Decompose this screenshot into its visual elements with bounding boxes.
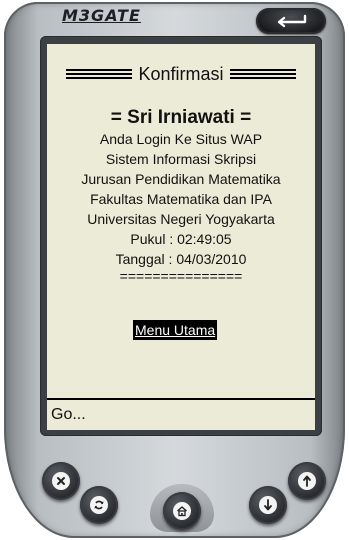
back-arrow-icon (277, 14, 307, 28)
screen: Konfirmasi = Sri Irniawati = Anda Login … (47, 44, 315, 430)
page-header: Konfirmasi (47, 62, 315, 86)
info-line: Jurusan Pendidikan Matematika (81, 171, 281, 187)
login-time: Pukul : 02:49:05 (130, 231, 232, 247)
refresh-icon (90, 496, 108, 514)
info-line: Anda Login Ke Situs WAP (99, 131, 263, 147)
back-button[interactable] (256, 8, 326, 34)
home-icon (173, 502, 191, 520)
title-rule-right (229, 69, 296, 79)
page-title: Konfirmasi (138, 63, 224, 84)
arrow-up-icon (298, 472, 316, 490)
info-line: Universitas Negeri Yogyakarta (87, 211, 275, 227)
separator-line: =============== (119, 268, 243, 284)
confirmation-content: = Sri Irniawati = Anda Login Ke Situs WA… (47, 107, 315, 283)
user-name: = Sri Irniawati = (110, 107, 252, 128)
go-input[interactable]: Go... (51, 406, 86, 424)
scroll-down-button[interactable] (249, 486, 287, 524)
brand-logo: M3GATE (62, 6, 141, 25)
title-rule-left (66, 69, 133, 79)
arrow-down-icon (259, 496, 277, 514)
refresh-button[interactable] (80, 486, 118, 524)
login-date: Tanggal : 04/03/2010 (115, 251, 247, 267)
home-button[interactable] (163, 492, 201, 530)
close-button[interactable] (42, 462, 80, 500)
menu-utama-link[interactable]: Menu Utama (133, 320, 218, 340)
go-bar[interactable]: Go... (47, 398, 315, 430)
info-line: Sistem Informasi Skripsi (105, 151, 257, 167)
close-icon (52, 472, 70, 490)
scroll-up-button[interactable] (288, 462, 326, 500)
info-line: Fakultas Matematika dan IPA (90, 191, 272, 207)
